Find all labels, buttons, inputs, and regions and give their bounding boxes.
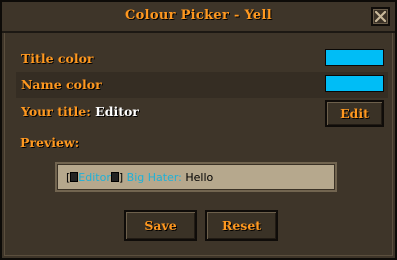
your-title-label: Your title: Editor — [21, 104, 139, 119]
title-color-row: Title color — [16, 46, 388, 72]
close-button[interactable] — [371, 7, 390, 26]
name-color-swatch[interactable] — [325, 75, 384, 92]
window-title: Colour Picker - Yell — [125, 8, 272, 23]
title-color-label: Title color — [21, 51, 94, 66]
preview-title: Editor — [78, 171, 111, 184]
preview-name: Big Hater: — [126, 171, 182, 184]
colour-picker-window: Colour Picker - Yell Title color Name co… — [0, 0, 397, 260]
reset-button[interactable]: Reset — [205, 210, 278, 241]
title-color-swatch[interactable] — [325, 49, 384, 66]
preview-text: [Editor] Big Hater: Hello — [66, 171, 213, 184]
close-icon — [375, 11, 386, 22]
preview-label: Preview: — [20, 135, 80, 150]
your-title-value: Editor — [95, 104, 139, 119]
name-color-label: Name color — [21, 77, 102, 92]
preview-message: Hello — [185, 171, 214, 184]
badge-icon — [110, 172, 119, 182]
close-bracket: ] — [118, 171, 124, 184]
save-button[interactable]: Save — [124, 210, 197, 241]
your-title-row: Your title: Editor Edit — [16, 99, 388, 127]
your-title-caption: Your title: — [21, 104, 91, 119]
preview-box: [Editor] Big Hater: Hello — [55, 162, 337, 192]
title-bar: Colour Picker - Yell — [2, 2, 395, 33]
name-color-row: Name color — [16, 72, 388, 98]
edit-button[interactable]: Edit — [325, 100, 384, 127]
window-border — [4, 4, 393, 256]
